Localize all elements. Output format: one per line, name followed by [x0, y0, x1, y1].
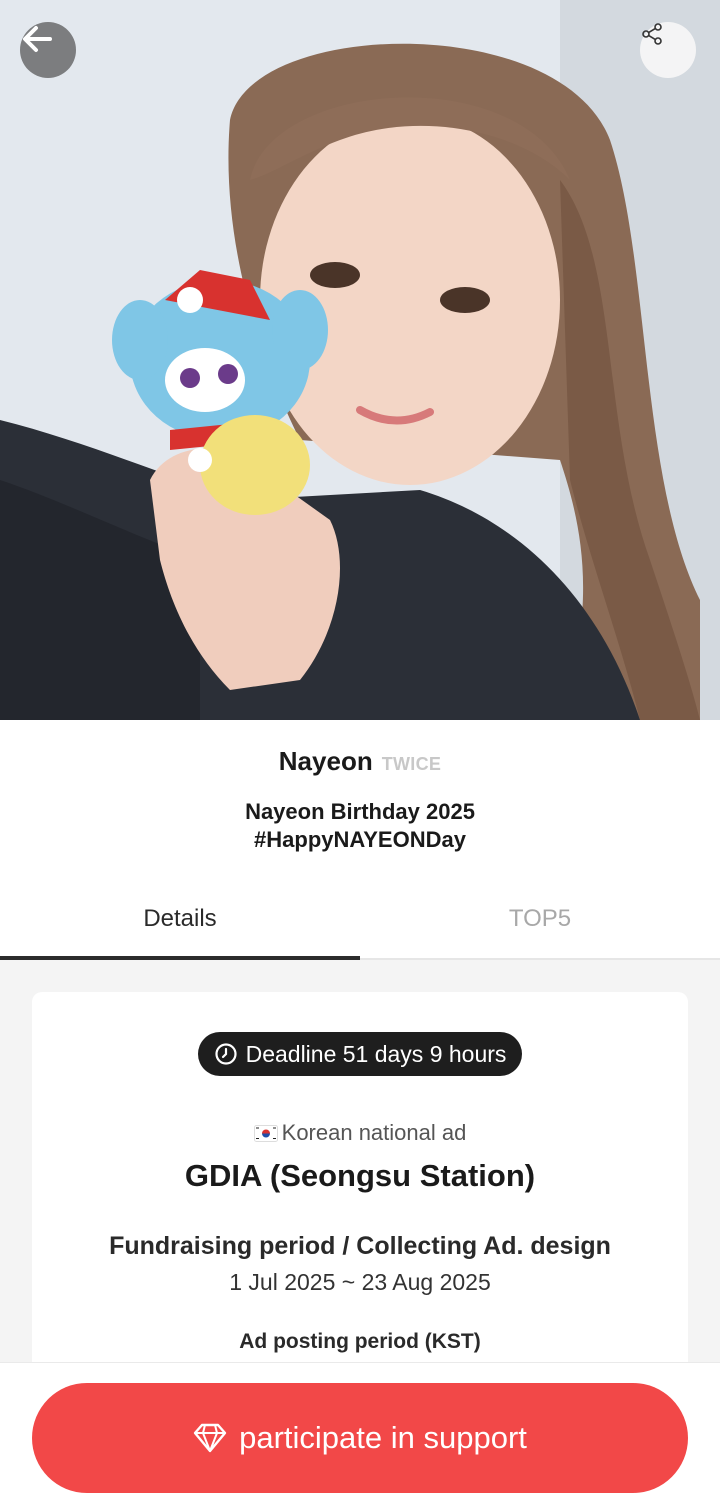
- artist-name: Nayeon: [278, 746, 373, 776]
- deadline-badge: Deadline 51 days 9 hours: [197, 1032, 523, 1076]
- ad-posting-period-title: Ad posting period (KST): [239, 1330, 481, 1353]
- clock-icon: [214, 1043, 237, 1065]
- back-button[interactable]: [20, 22, 76, 78]
- participate-label: participate in support: [239, 1420, 527, 1455]
- group-name: TWICE: [381, 754, 442, 774]
- fundraising-period-title: Fundraising period / Collecting Ad. desi…: [109, 1232, 611, 1260]
- diamond-icon: [193, 1423, 227, 1453]
- hero-photo: [0, 0, 720, 720]
- participate-button[interactable]: participate in support: [32, 1383, 688, 1493]
- details-panel: Deadline 51 days 9 hours Korean national…: [0, 960, 720, 1412]
- share-icon: [642, 23, 662, 45]
- hero-photo-illustration: [0, 0, 720, 720]
- project-title-line2: #HappyNAYEONDay: [254, 827, 466, 852]
- share-button[interactable]: [640, 22, 696, 78]
- tab-top5[interactable]: TOP5: [360, 880, 720, 958]
- details-card: Deadline 51 days 9 hours Korean national…: [32, 992, 688, 1412]
- ad-type: Korean national ad: [32, 1120, 688, 1146]
- project-header: Nayeon TWICE Nayeon Birthday 2025 #Happy…: [0, 720, 720, 854]
- project-title: Nayeon Birthday 2025 #HappyNAYEONDay: [0, 798, 720, 854]
- bottom-action-bar: participate in support: [0, 1362, 720, 1501]
- arrow-left-icon: [23, 26, 52, 52]
- tab-details[interactable]: Details: [0, 880, 360, 960]
- project-title-line1: Nayeon Birthday 2025: [245, 799, 475, 824]
- ad-location: GDIA (Seongsu Station): [184, 1158, 536, 1193]
- ad-type-label: Korean national ad: [281, 1120, 467, 1145]
- fundraising-period-dates: 1 Jul 2025 ~ 23 Aug 2025: [229, 1269, 491, 1295]
- tab-bar: Details TOP5: [0, 880, 720, 960]
- artist-row: Nayeon TWICE: [0, 746, 720, 776]
- korea-flag-icon: [253, 1124, 278, 1142]
- deadline-text: Deadline 51 days 9 hours: [245, 1040, 507, 1067]
